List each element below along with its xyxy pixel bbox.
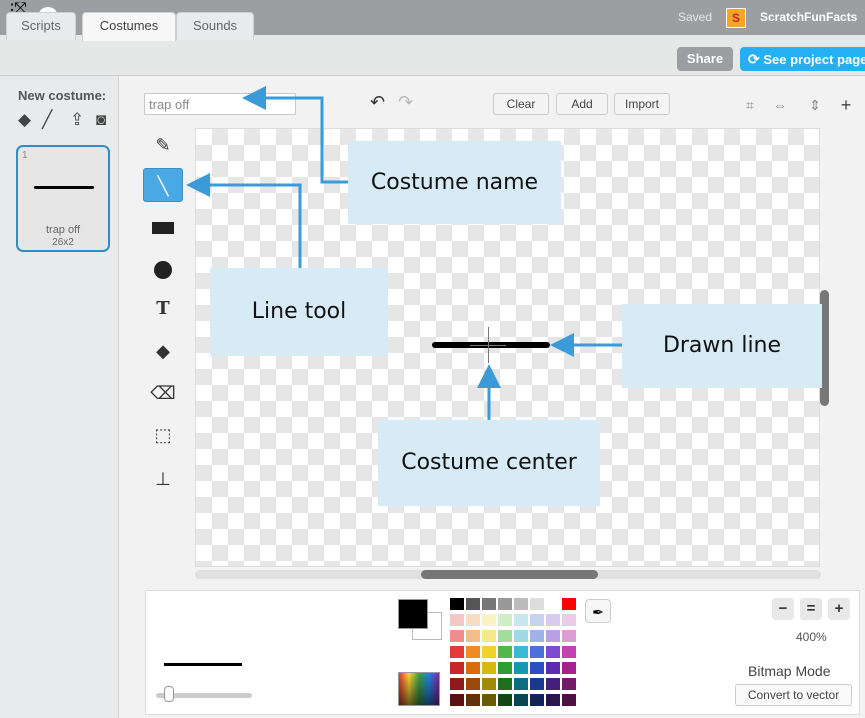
primary-color-swatch[interactable] [398,599,428,629]
callout-costume-name: Costume name [348,141,561,224]
callout-drawn-line: Drawn line [622,304,822,388]
callout-costume-center: Costume center [378,420,600,506]
line-tool-arrow [186,173,302,268]
costume-name-arrow [242,86,348,184]
callout-line-tool: Line tool [210,268,388,356]
